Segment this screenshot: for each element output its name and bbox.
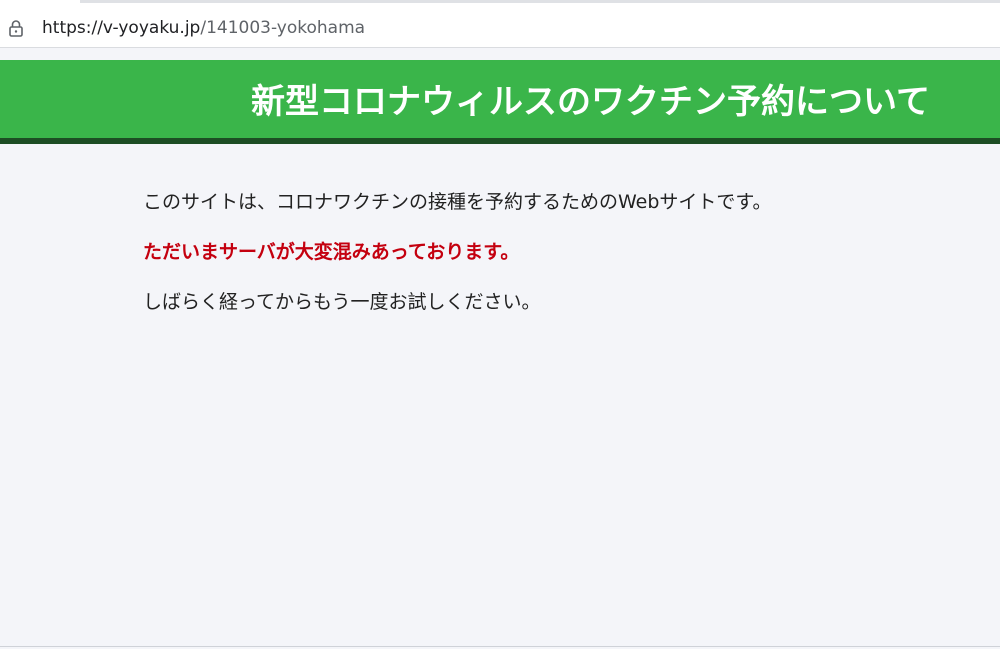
- retry-text: しばらく経ってからもう一度お試しください。: [143, 291, 541, 313]
- header-banner: 新型コロナウィルスのワクチン予約について: [0, 60, 1000, 144]
- bottom-divider: [0, 646, 1000, 647]
- url-text[interactable]: https://v-yoyaku.jp/141003-yokohama: [42, 17, 365, 39]
- page-title: 新型コロナウィルスのワクチン予約について: [251, 82, 930, 122]
- main-content: このサイトは、コロナワクチンの接種を予約するためのWebサイトです。 ただいまサ…: [143, 188, 943, 338]
- lock-icon[interactable]: [8, 19, 24, 37]
- browser-top-edge: [0, 0, 1000, 8]
- intro-text: このサイトは、コロナワクチンの接種を予約するためのWebサイトです。: [143, 191, 772, 213]
- url-host: https://v-yoyaku.jp: [42, 18, 201, 38]
- server-busy-alert: ただいまサーバが大変混みあっております。: [143, 241, 520, 263]
- url-path: /141003-yokohama: [200, 18, 366, 38]
- tab-strip: [0, 0, 1000, 3]
- active-tab-edge: [0, 0, 80, 5]
- address-bar[interactable]: https://v-yoyaku.jp/141003-yokohama: [0, 8, 1000, 48]
